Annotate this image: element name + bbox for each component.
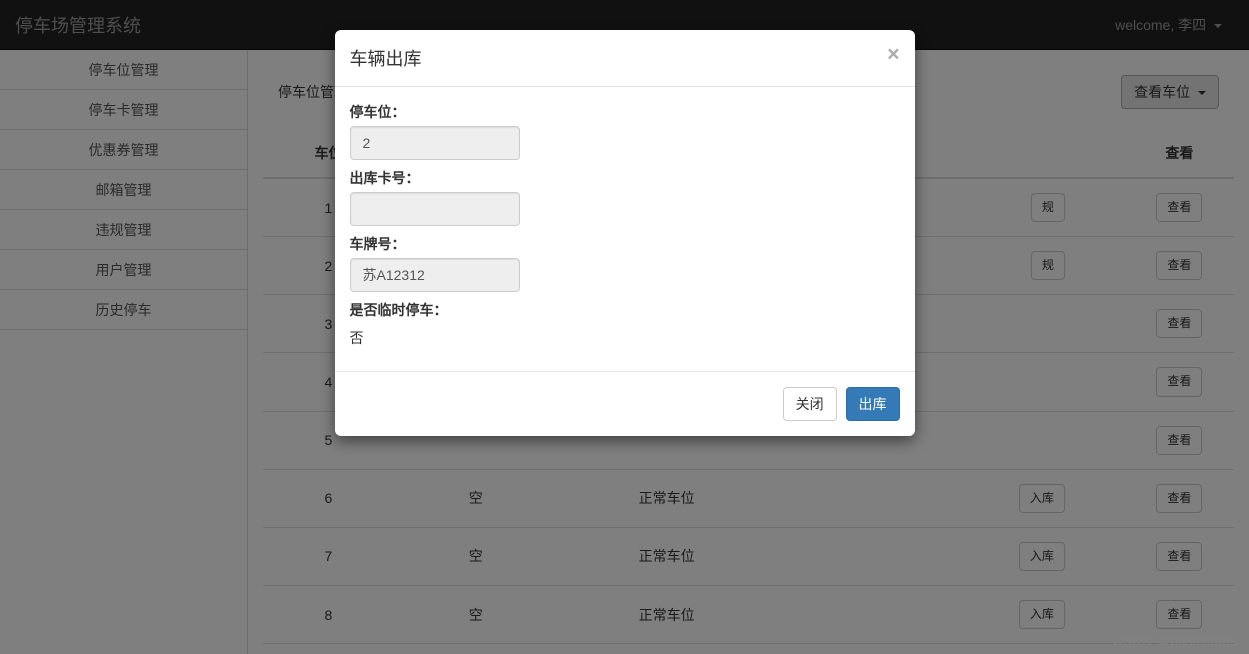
watermark: CSDN @pastclouds <box>1112 632 1237 648</box>
temp-value: 否 <box>350 324 900 348</box>
plate-label: 车牌号： <box>350 234 900 254</box>
slot-input[interactable] <box>350 126 520 160</box>
close-icon[interactable]: × <box>887 44 899 65</box>
checkout-modal: 车辆出库 × 停车位： 出库卡号： 车牌号： 是否临时停车： 否 关闭 出库 <box>335 30 915 436</box>
card-input[interactable] <box>350 192 520 226</box>
card-label: 出库卡号： <box>350 168 900 188</box>
temp-label: 是否临时停车： <box>350 300 900 320</box>
submit-button[interactable]: 出库 <box>846 387 900 421</box>
plate-input[interactable] <box>350 258 520 292</box>
close-button[interactable]: 关闭 <box>783 387 837 421</box>
modal-title: 车辆出库 <box>350 45 900 71</box>
slot-label: 停车位： <box>350 102 900 122</box>
